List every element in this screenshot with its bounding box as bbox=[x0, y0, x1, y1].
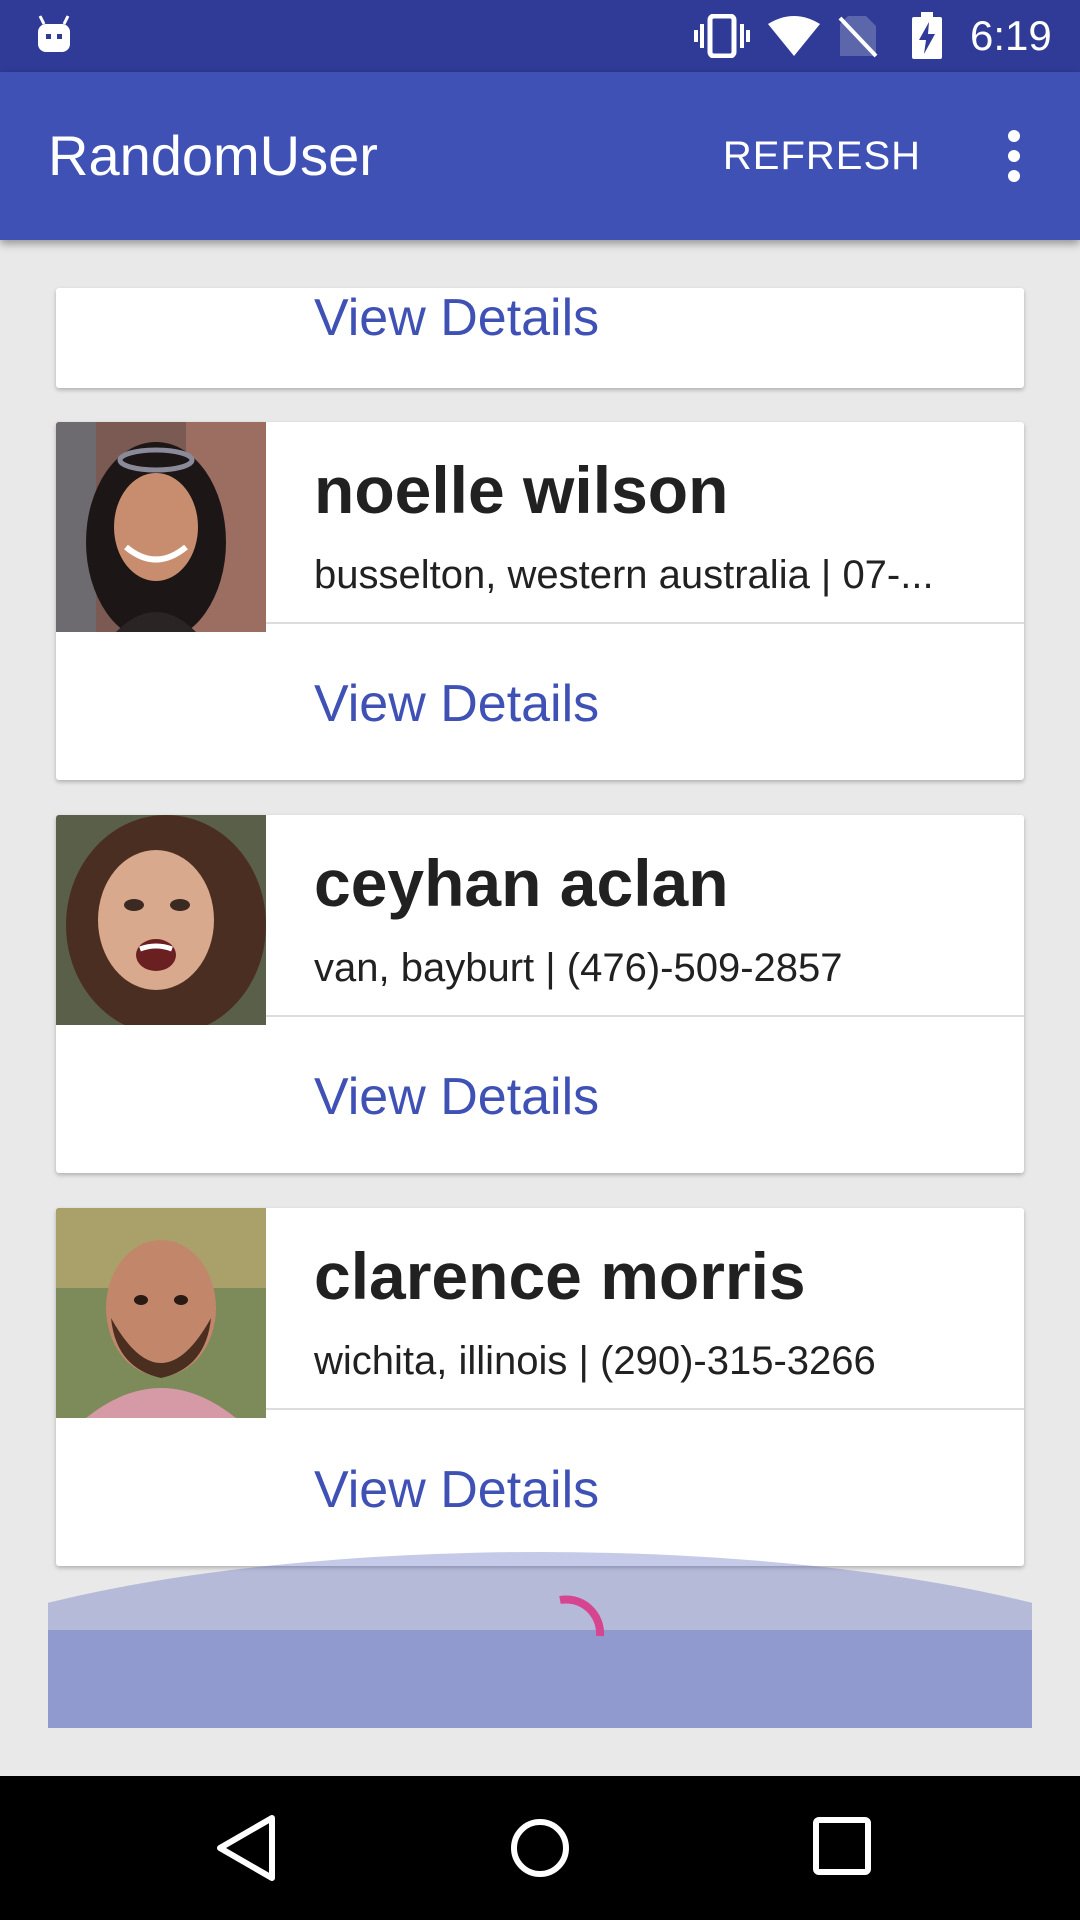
user-name: noelle wilson bbox=[314, 453, 729, 527]
divider bbox=[266, 1015, 1024, 1017]
refresh-button[interactable]: REFRESH bbox=[712, 128, 932, 184]
battery-charging-icon bbox=[912, 12, 942, 59]
view-details-button[interactable]: View Details bbox=[314, 288, 714, 348]
user-location-phone: busselton, western australia | 07-... bbox=[314, 553, 934, 597]
view-details-button[interactable]: View Details bbox=[314, 674, 714, 734]
user-location-phone: van, bayburt | (476)-509-2857 bbox=[314, 946, 843, 990]
user-name: ceyhan aclan bbox=[314, 846, 729, 920]
more-vert-icon[interactable] bbox=[996, 128, 1032, 184]
back-icon[interactable] bbox=[212, 1812, 282, 1884]
view-details-button[interactable]: View Details bbox=[314, 1067, 714, 1127]
avatar bbox=[56, 815, 266, 1025]
app-title: RandomUser bbox=[48, 124, 378, 187]
android-icon bbox=[38, 15, 70, 52]
no-sim-icon bbox=[838, 16, 878, 58]
view-details-button[interactable]: View Details bbox=[314, 1460, 714, 1520]
user-card: noelle wilson busselton, western austral… bbox=[56, 422, 1024, 780]
divider bbox=[266, 1408, 1024, 1410]
navigation-bar bbox=[0, 1776, 1080, 1920]
user-card: clarence morris wichita, illinois | (290… bbox=[56, 1208, 1024, 1566]
status-bar: 6:19 bbox=[0, 0, 1080, 72]
avatar bbox=[56, 422, 266, 632]
vibrate-icon bbox=[694, 14, 750, 58]
home-icon[interactable] bbox=[506, 1812, 574, 1884]
loading-spinner-icon bbox=[559, 1595, 605, 1637]
recents-icon[interactable] bbox=[810, 1814, 874, 1878]
divider bbox=[266, 622, 1024, 624]
avatar bbox=[56, 1208, 266, 1418]
user-card: ceyhan aclan van, bayburt | (476)-509-28… bbox=[56, 815, 1024, 1173]
user-location-phone: wichita, illinois | (290)-315-3266 bbox=[314, 1339, 876, 1383]
app-bar: RandomUser REFRESH bbox=[0, 72, 1080, 240]
screen: 6:19 RandomUser REFRESH View Details noe… bbox=[0, 0, 1080, 1920]
clock: 6:19 bbox=[970, 12, 1052, 59]
wifi-icon bbox=[768, 16, 820, 56]
user-card-partial: View Details bbox=[56, 288, 1024, 388]
user-name: clarence morris bbox=[314, 1239, 806, 1313]
